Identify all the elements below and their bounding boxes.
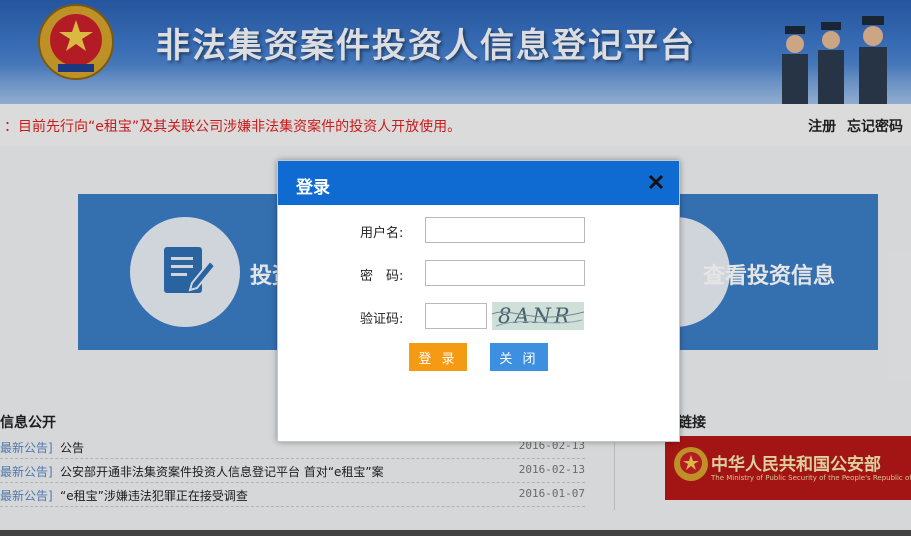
login-dialog: 登录 用户名: 密 码: 验证码: 8ANR 登 录 关 闭 <box>277 160 680 442</box>
captcha-noise-icon <box>492 311 584 327</box>
close-button[interactable]: 关 闭 <box>490 343 548 371</box>
captcha-label: 验证码: <box>360 312 404 327</box>
password-label: 密 码: <box>360 269 404 284</box>
username-label: 用户名: <box>360 226 404 241</box>
login-dialog-title: 登录 <box>296 178 330 198</box>
close-icon[interactable] <box>645 171 667 193</box>
captcha-input[interactable] <box>425 303 487 329</box>
password-input[interactable] <box>425 260 585 286</box>
captcha-image[interactable]: 8ANR <box>492 302 584 330</box>
username-input[interactable] <box>425 217 585 243</box>
login-dialog-header: 登录 <box>278 161 679 205</box>
login-button[interactable]: 登 录 <box>409 343 467 371</box>
